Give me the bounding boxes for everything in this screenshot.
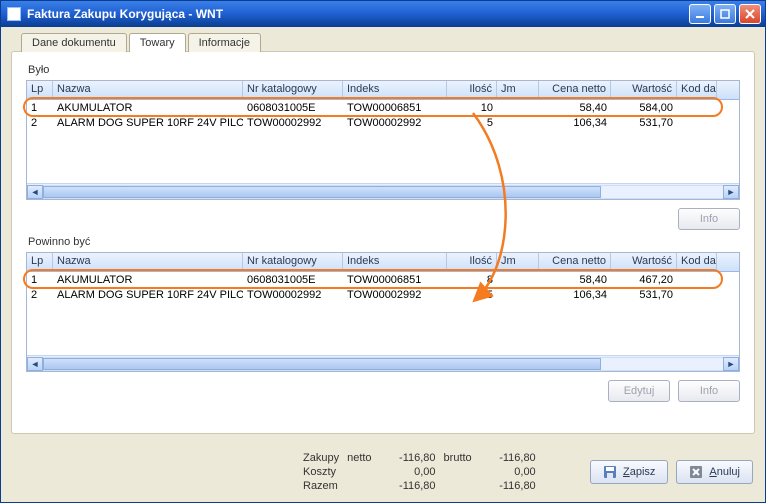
tab-informacje[interactable]: Informacje	[188, 33, 261, 52]
table-row[interactable]: 2 ALARM DOG SUPER 10RF 24V PILOTY TOW000…	[27, 287, 739, 302]
titlebar[interactable]: Faktura Zakupu Korygująca - WNT	[1, 1, 765, 27]
section-should-label: Powinno być	[28, 236, 740, 248]
col-kod[interactable]: Kod da	[677, 81, 717, 99]
grid-should: Lp Nazwa Nr katalogowy Indeks Ilość Jm C…	[26, 252, 740, 372]
col-ilosc[interactable]: Ilość	[447, 253, 497, 271]
col-nazwa[interactable]: Nazwa	[53, 253, 243, 271]
col-cena[interactable]: Cena netto	[539, 81, 611, 99]
col-kod[interactable]: Kod da	[677, 253, 717, 271]
info-button[interactable]: Info	[678, 380, 740, 402]
scroll-thumb[interactable]	[43, 186, 601, 198]
scroll-left-icon[interactable]: ◄	[27, 357, 43, 371]
col-wart[interactable]: Wartość	[611, 81, 677, 99]
grid-was: Lp Nazwa Nr katalogowy Indeks Ilość Jm C…	[26, 80, 740, 200]
table-row[interactable]: 2 ALARM DOG SUPER 10RF 24V PILOTY TOW000…	[27, 115, 739, 130]
col-nrkat[interactable]: Nr katalogowy	[243, 81, 343, 99]
table-row[interactable]: 1 AKUMULATOR 0608031005E TOW00006851 8 5…	[27, 272, 739, 287]
scroll-thumb[interactable]	[43, 358, 601, 370]
table-row[interactable]: 1 AKUMULATOR 0608031005E TOW00006851 10 …	[27, 100, 739, 115]
save-button[interactable]: Zapisz	[590, 460, 668, 484]
cancel-button[interactable]: Anuluj	[676, 460, 753, 484]
col-ilosc[interactable]: Ilość	[447, 81, 497, 99]
scroll-right-icon[interactable]: ►	[723, 357, 739, 371]
close-button[interactable]	[739, 4, 761, 24]
col-nazwa[interactable]: Nazwa	[53, 81, 243, 99]
grid-was-body[interactable]: 1 AKUMULATOR 0608031005E TOW00006851 10 …	[27, 100, 739, 183]
col-lp[interactable]: Lp	[27, 81, 53, 99]
col-jm[interactable]: Jm	[497, 253, 539, 271]
tab-pane: Było Lp Nazwa Nr katalogowy Indeks Ilość…	[11, 51, 755, 434]
window-title: Faktura Zakupu Korygująca - WNT	[27, 7, 689, 21]
col-lp[interactable]: Lp	[27, 253, 53, 271]
grid-was-header: Lp Nazwa Nr katalogowy Indeks Ilość Jm C…	[27, 81, 739, 100]
grid-should-hscroll[interactable]: ◄ ►	[27, 355, 739, 371]
app-window: Faktura Zakupu Korygująca - WNT Dane dok…	[0, 0, 766, 503]
totals-block: Zakupy netto -116,80 brutto -116,80 Kosz…	[303, 452, 536, 492]
tab-towary[interactable]: Towary	[129, 33, 186, 52]
grid-was-hscroll[interactable]: ◄ ►	[27, 183, 739, 199]
col-nrkat[interactable]: Nr katalogowy	[243, 253, 343, 271]
info-button[interactable]: Info	[678, 208, 740, 230]
col-indeks[interactable]: Indeks	[343, 81, 447, 99]
minimize-button[interactable]	[689, 4, 711, 24]
col-wart[interactable]: Wartość	[611, 253, 677, 271]
col-jm[interactable]: Jm	[497, 81, 539, 99]
section-was-label: Było	[28, 64, 740, 76]
scroll-left-icon[interactable]: ◄	[27, 185, 43, 199]
cancel-icon	[689, 465, 703, 479]
scroll-right-icon[interactable]: ►	[723, 185, 739, 199]
save-icon	[603, 465, 617, 479]
grid-should-header: Lp Nazwa Nr katalogowy Indeks Ilość Jm C…	[27, 253, 739, 272]
edit-button[interactable]: Edytuj	[608, 380, 670, 402]
grid-should-body[interactable]: 1 AKUMULATOR 0608031005E TOW00006851 8 5…	[27, 272, 739, 355]
maximize-button[interactable]	[714, 4, 736, 24]
app-icon	[7, 7, 21, 21]
tab-strip: Dane dokumentu Towary Informacje	[21, 33, 755, 52]
footer: Zakupy netto -116,80 brutto -116,80 Kosz…	[1, 442, 765, 502]
col-indeks[interactable]: Indeks	[343, 253, 447, 271]
col-cena[interactable]: Cena netto	[539, 253, 611, 271]
tab-dane-dokumentu[interactable]: Dane dokumentu	[21, 33, 127, 52]
